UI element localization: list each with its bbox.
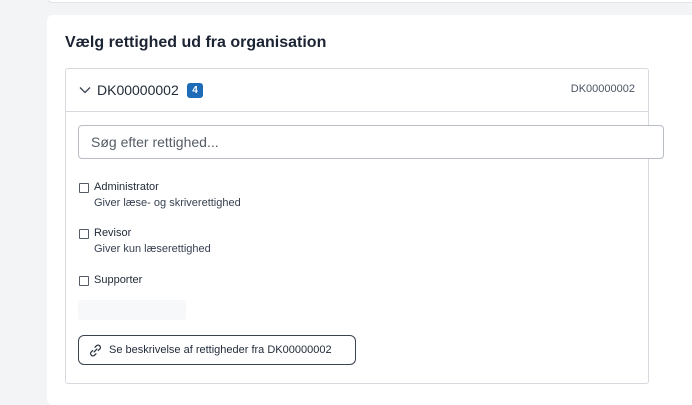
- permission-description: Giver kun læserettighed: [94, 243, 211, 255]
- chevron-down-icon[interactable]: [78, 83, 92, 97]
- previous-card-edge: [47, 0, 692, 3]
- view-permission-description-button[interactable]: Se beskrivelse af rettigheder fra DK0000…: [78, 335, 356, 365]
- permission-label[interactable]: Revisor: [94, 227, 131, 239]
- permission-count-badge: 4: [187, 83, 203, 98]
- administrator-checkbox[interactable]: [79, 183, 89, 193]
- permission-label[interactable]: Supporter: [94, 274, 142, 286]
- supporter-checkbox[interactable]: [79, 276, 89, 286]
- link-icon: [90, 344, 101, 357]
- view-permission-description-label: Se beskrivelse af rettigheder fra DK0000…: [109, 344, 332, 356]
- loading-placeholder: [78, 300, 186, 320]
- card-title: Vælg rettighed ud fra organisation: [65, 34, 327, 51]
- permission-search-input[interactable]: [78, 125, 664, 159]
- permission-card: Vælg rettighed ud fra organisation DK000…: [47, 15, 692, 405]
- organisation-name: DK00000002: [97, 82, 179, 98]
- organisation-panel: DK00000002 4 DK00000002 Administrator Gi…: [65, 68, 664, 384]
- organisation-id: DK00000002: [570, 83, 635, 95]
- revisor-checkbox[interactable]: [79, 229, 89, 239]
- organisation-header[interactable]: DK00000002 4 DK00000002: [66, 69, 648, 112]
- permission-label[interactable]: Administrator: [94, 181, 159, 193]
- permission-description: Giver læse- og skriverettighed: [94, 197, 241, 209]
